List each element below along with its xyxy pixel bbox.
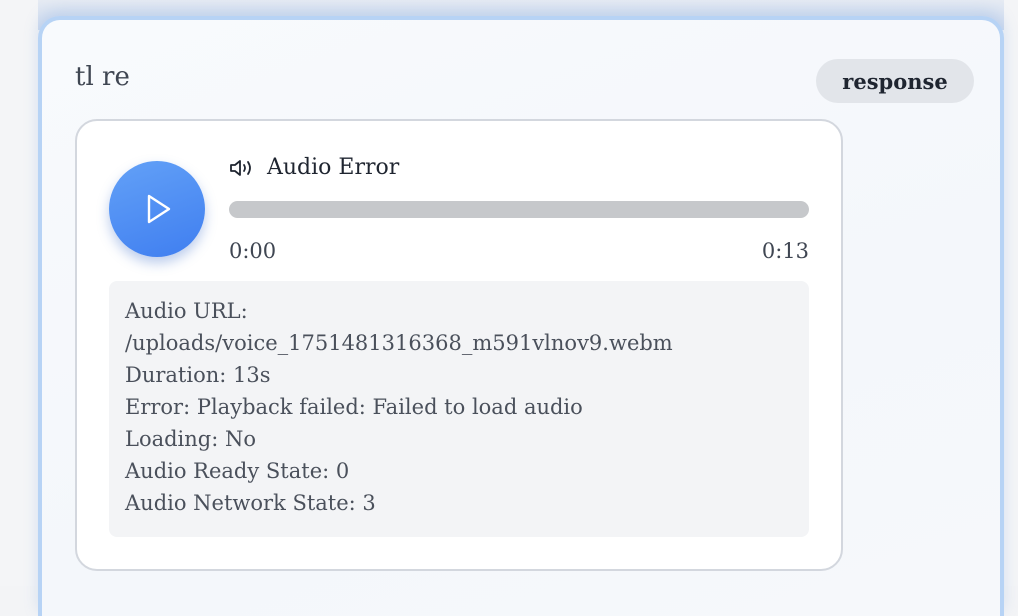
play-button[interactable] (109, 161, 205, 257)
progress-bar[interactable] (229, 201, 809, 218)
message-card: tl re response Audio Error 0:00 0:13 Aud… (38, 16, 1004, 616)
audio-player: Audio Error 0:00 0:13 Audio URL: /upload… (75, 119, 843, 571)
player-header: Audio Error (229, 155, 399, 180)
play-icon (147, 194, 171, 224)
response-badge: response (816, 59, 974, 103)
debug-info-panel: Audio URL: /uploads/voice_1751481316368_… (109, 281, 809, 537)
speaker-icon (230, 159, 251, 176)
debug-ready-state: Audio Ready State: 0 (125, 459, 350, 483)
current-time: 0:00 (229, 239, 277, 263)
debug-network-state: Audio Network State: 3 (125, 491, 376, 515)
total-time: 0:13 (761, 239, 809, 263)
debug-url-label: Audio URL: (125, 299, 248, 323)
debug-duration: Duration: 13s (125, 363, 271, 387)
debug-loading: Loading: No (125, 427, 257, 451)
debug-url-value: /uploads/voice_1751481316368_m591vlnov9.… (125, 331, 673, 355)
player-title: Audio Error (267, 155, 400, 180)
sender-name: tl re (75, 62, 130, 92)
debug-error: Error: Playback failed: Failed to load a… (125, 395, 583, 419)
